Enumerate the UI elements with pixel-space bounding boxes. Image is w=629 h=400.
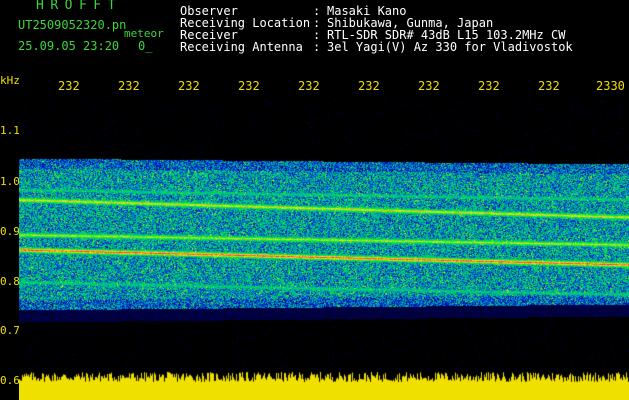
time-label: 232 xyxy=(118,79,140,93)
freq-tick-label: 1.0 xyxy=(0,175,20,188)
time-label: 232 xyxy=(358,79,380,93)
time-label: 232 xyxy=(418,79,440,93)
time-label: 232 xyxy=(538,79,560,93)
freq-tick-label: 0.8 xyxy=(0,275,20,288)
freq-tick-label: 0.7 xyxy=(0,324,20,337)
spectrogram xyxy=(19,100,629,370)
power-strip xyxy=(19,370,629,400)
axis-unit-label: kHz xyxy=(0,74,20,87)
info-value-antenna: 3el Yagi(V) Az 330 for Vladivostok xyxy=(327,40,573,54)
time-label: 232 xyxy=(178,79,200,93)
freq-tick-label: 0.6 xyxy=(0,374,20,387)
datetime: 25.09.05 23:20 xyxy=(18,39,120,53)
time-label: 232 xyxy=(478,79,500,93)
info-label-antenna: Receiving Antenna xyxy=(180,40,303,54)
freq-tick-label: 0.9 xyxy=(0,225,20,238)
time-label: 232 xyxy=(58,79,80,93)
freq-tick-label: 1.1 xyxy=(0,124,20,137)
info-colon: : xyxy=(313,40,321,54)
file-name: UT2509052320.pn xyxy=(18,18,127,32)
time-label-end: 2330 xyxy=(596,79,625,93)
title: HROFFT xyxy=(36,0,122,13)
time-label: 232 xyxy=(238,79,260,93)
status-flag: 0_ xyxy=(138,39,153,53)
time-label: 232 xyxy=(298,79,320,93)
